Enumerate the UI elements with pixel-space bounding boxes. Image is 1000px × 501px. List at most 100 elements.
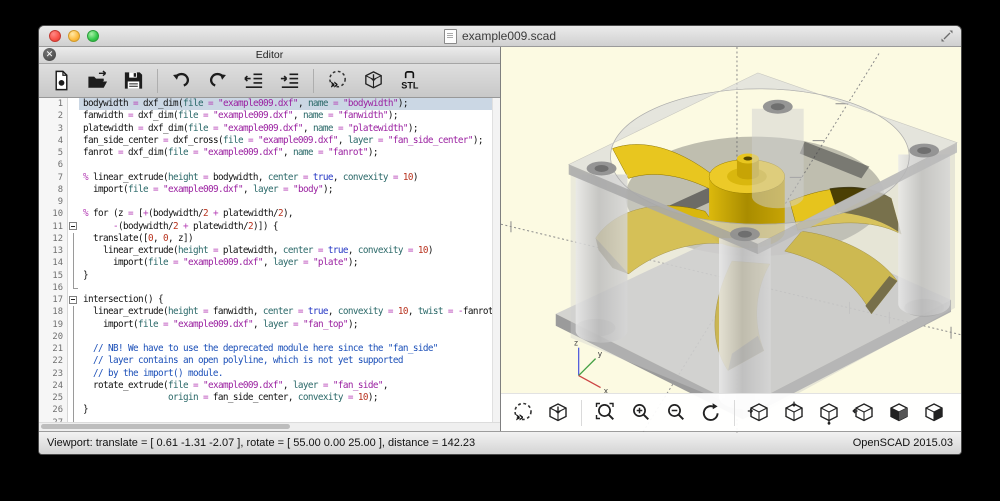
code-text: import(file = "example009.dxf", layer = … <box>79 319 493 331</box>
code-text: platewidth = dxf_dim(file = "example009.… <box>79 123 493 135</box>
line-number: 23 <box>39 368 68 380</box>
editor-toolbar: » STL <box>39 64 500 98</box>
fold-guide <box>68 343 79 355</box>
view-top-button[interactable] <box>780 399 807 426</box>
zoom-all-button[interactable] <box>592 399 619 426</box>
code-text <box>79 282 493 294</box>
close-window-button[interactable] <box>49 30 61 42</box>
fold-guide <box>68 282 79 294</box>
code-editor[interactable]: 1bodywidth = dxf_dim(file = "example009.… <box>39 98 500 422</box>
fold-guide <box>68 208 79 220</box>
line-number: 7 <box>39 172 68 184</box>
fold-guide <box>68 184 79 196</box>
fold-guide <box>68 368 79 380</box>
code-line[interactable]: 15} <box>39 270 493 282</box>
code-line[interactable]: 24 rotate_extrude(file = "example009.dxf… <box>39 380 493 392</box>
toolbar-separator <box>581 400 582 426</box>
line-number: 3 <box>39 123 68 135</box>
code-line[interactable]: 26} <box>39 404 493 416</box>
editor-close-icon[interactable]: ✕ <box>43 48 56 61</box>
3d-scene[interactable]: z y x <box>501 47 961 433</box>
fold-marker-icon[interactable] <box>68 294 79 306</box>
code-line[interactable]: 17intersection() { <box>39 294 493 306</box>
view-left-button[interactable] <box>850 399 877 426</box>
fold-guide <box>68 233 79 245</box>
code-line[interactable]: 22 // layer contains an open polyline, w… <box>39 355 493 367</box>
new-file-button[interactable] <box>45 67 78 94</box>
editor-panel-title: Editor <box>256 49 283 61</box>
code-text: origin = fan_side_center, convexity = 10… <box>79 392 493 404</box>
line-number: 8 <box>39 184 68 196</box>
line-number: 25 <box>39 392 68 404</box>
fold-guide <box>68 355 79 367</box>
view-back-button[interactable] <box>885 399 912 426</box>
code-line[interactable]: 1bodywidth = dxf_dim(file = "example009.… <box>39 98 493 110</box>
line-number: 9 <box>39 196 68 208</box>
code-line[interactable]: 3 platewidth = dxf_dim(file = "example009… <box>39 123 493 135</box>
code-line[interactable]: 18 linear_extrude(height = fanwidth, cen… <box>39 306 493 318</box>
3d-viewport[interactable]: z y x » » <box>501 47 961 431</box>
title-bar[interactable]: example009.scad <box>39 26 961 47</box>
render-button[interactable] <box>544 399 571 426</box>
code-line[interactable]: 23 // by the import() module. <box>39 368 493 380</box>
fold-guide <box>68 147 79 159</box>
code-line[interactable]: 25 origin = fan_side_center, convexity =… <box>39 392 493 404</box>
open-file-button[interactable] <box>81 67 114 94</box>
view-bottom-button[interactable] <box>815 399 842 426</box>
reset-view-button[interactable] <box>697 399 724 426</box>
view-diagonal-button[interactable] <box>920 399 947 426</box>
fold-marker-icon[interactable] <box>68 221 79 233</box>
code-line[interactable]: 20 <box>39 331 493 343</box>
code-line[interactable]: 12 translate([0, 0, z]) <box>39 233 493 245</box>
fold-guide <box>68 159 79 171</box>
code-text: } <box>79 270 493 282</box>
scrollbar-thumb[interactable] <box>41 424 290 429</box>
line-number: 13 <box>39 245 68 257</box>
code-line[interactable]: 21 // NB! We have to use the deprecated … <box>39 343 493 355</box>
line-number: 16 <box>39 282 68 294</box>
render-button[interactable] <box>357 67 390 94</box>
editor-horizontal-scrollbar[interactable] <box>39 422 500 431</box>
code-line[interactable]: 5fanrot = dxf_dim(file = "example009.dxf… <box>39 147 493 159</box>
code-line[interactable]: 7% linear_extrude(height = bodywidth, ce… <box>39 172 493 184</box>
unindent-button[interactable] <box>237 67 270 94</box>
code-line[interactable]: 10% for (z = [+(bodywidth/2 + platewidth… <box>39 208 493 220</box>
code-line[interactable]: 2fanwidth = dxf_dim(file = "example009.d… <box>39 110 493 122</box>
line-number: 26 <box>39 404 68 416</box>
code-line[interactable]: 8 import(file = "example009.dxf", layer … <box>39 184 493 196</box>
code-line[interactable]: 13 linear_extrude(height = platewidth, c… <box>39 245 493 257</box>
code-line[interactable]: 4fan_side_center = dxf_cross(file = "exa… <box>39 135 493 147</box>
svg-text:»: » <box>330 78 339 92</box>
more-tools-button[interactable]: » <box>955 404 962 422</box>
line-number: 20 <box>39 331 68 343</box>
code-line[interactable]: 19 import(file = "example009.dxf", layer… <box>39 319 493 331</box>
line-number: 4 <box>39 135 68 147</box>
zoom-out-button[interactable] <box>662 399 689 426</box>
code-line[interactable]: 9 <box>39 196 493 208</box>
toolbar-separator <box>313 69 314 93</box>
fullscreen-icon[interactable] <box>940 29 954 43</box>
code-text: // by the import() module. <box>79 368 493 380</box>
code-line[interactable]: 16 <box>39 282 493 294</box>
preview-button[interactable]: » <box>509 399 536 426</box>
line-number: 1 <box>39 98 68 110</box>
zoom-in-button[interactable] <box>627 399 654 426</box>
code-line[interactable]: 6 <box>39 159 493 171</box>
code-line[interactable]: 11 -(bodywidth/2 + platewidth/2)]) { <box>39 221 493 233</box>
editor-vertical-scrollbar[interactable] <box>492 98 500 422</box>
export-stl-button[interactable]: STL <box>393 67 426 94</box>
preview-button[interactable]: » <box>321 67 354 94</box>
line-number: 2 <box>39 110 68 122</box>
editor-panel: ✕ Editor » STL 1bodywidth = dxf_dim(file … <box>39 47 501 431</box>
view-right-button[interactable] <box>745 399 772 426</box>
code-line[interactable]: 14 import(file = "example009.dxf", layer… <box>39 257 493 269</box>
code-text <box>79 159 493 171</box>
fold-guide <box>68 257 79 269</box>
fan-model <box>556 73 957 419</box>
save-file-button[interactable] <box>117 67 150 94</box>
redo-button[interactable] <box>201 67 234 94</box>
indent-button[interactable] <box>273 67 306 94</box>
undo-button[interactable] <box>165 67 198 94</box>
zoom-window-button[interactable] <box>87 30 99 42</box>
minimize-window-button[interactable] <box>68 30 80 42</box>
